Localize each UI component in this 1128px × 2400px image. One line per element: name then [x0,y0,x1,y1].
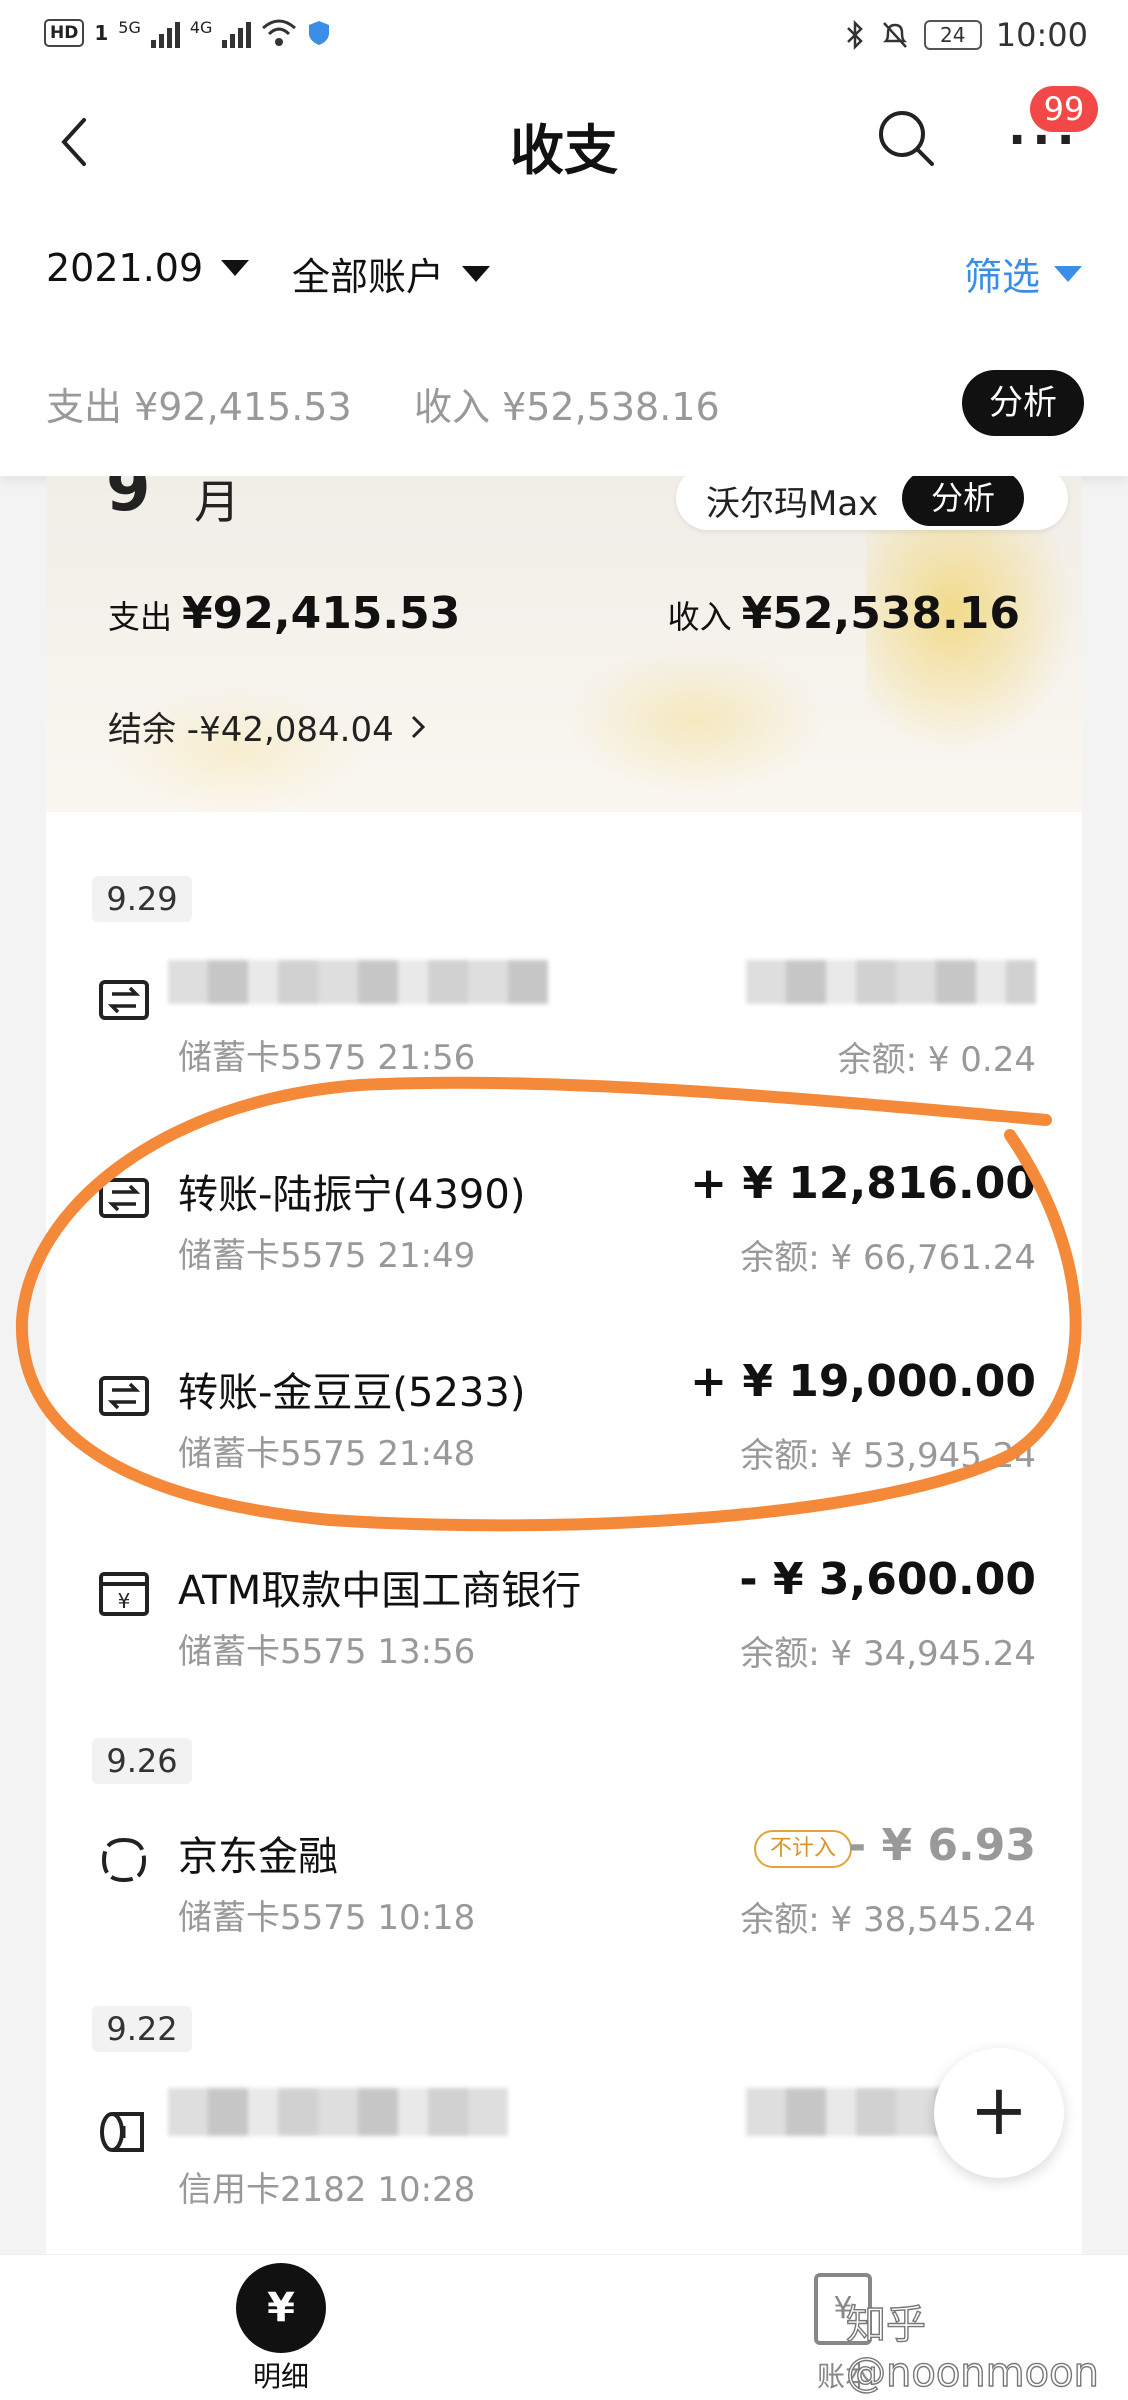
notification-badge: 99 [1030,86,1098,132]
transaction-row[interactable]: ¥ ATM取款中国工商银行 储蓄卡5575 13:56 - ¥ 3,600.00… [46,1536,1082,1676]
net1-label: 5G [118,18,141,37]
transfer-icon [99,1178,149,1218]
filter-row: 2021.09 全部账户 筛选 [0,206,1128,336]
transaction-balance: 余额: ¥ 53,945.24 [740,1436,1036,1476]
date-tag: 9.22 [92,2006,192,2052]
balance-link[interactable]: 结余 -¥42,084.04 [108,702,426,751]
mute-bell-icon [882,22,907,48]
transaction-title: 转账-陆振宁(4390) [178,1172,526,1218]
store-label: 沃尔玛Max [706,484,879,524]
nav-detail[interactable]: ¥ 明细 [236,2255,326,2400]
status-left: HD 1 5G 4G [44,18,331,48]
transfer-icon [99,1376,149,1416]
transaction-row[interactable]: 储蓄卡5575 21:56 余额: ¥ 0.24 [46,942,1082,1082]
bluetooth-icon [846,19,863,51]
transaction-balance: 余额: ¥ 66,761.24 [740,1238,1036,1278]
summary-bar: 支出 ¥92,415.53 收入 ¥52,538.16 分析 [0,336,1128,476]
hd-indicator: HD [44,19,85,47]
month-number: 9 [106,476,151,526]
battery-icon: 24 [923,20,982,50]
transaction-subtitle: 信用卡2182 10:28 [178,2170,476,2210]
blurred-title [168,2088,508,2136]
date-tag: 9.29 [92,876,192,922]
clock: 10:00 [995,16,1088,54]
transaction-amount: + ¥ 12,816.00 [690,1158,1036,1209]
dropdown-arrow-icon [462,265,491,282]
dropdown-arrow-icon [221,260,250,276]
sim-indicator: 1 [94,21,109,45]
signal-icon-2 [222,18,252,48]
transaction-row[interactable]: 转账-陆振宁(4390) 储蓄卡5575 21:49 + ¥ 12,816.00… [46,1140,1082,1280]
excluded-tag: 不计入 [753,1830,852,1868]
analyze-button[interactable]: 分析 [962,370,1084,436]
blurred-title [168,960,548,1004]
search-icon[interactable] [876,108,936,168]
wifi-icon [262,19,297,46]
filter-label: 筛选 [963,255,1040,299]
nav-detail-label: 明细 [252,2360,309,2393]
transaction-amount: - ¥ 6.93 [847,1820,1036,1871]
summary-income: 收入 ¥52,538.16 [414,385,720,429]
filter-button[interactable]: 筛选 [964,246,1082,301]
shield-icon [309,21,330,45]
transaction-balance: 余额: ¥ 38,545.24 [740,1900,1036,1940]
banner-income: 收入 ¥52,538.16 [668,588,1020,639]
transaction-amount: - ¥ 3,600.00 [739,1554,1036,1605]
transaction-amount: + ¥ 19,000.00 [690,1356,1036,1407]
finance-icon [101,1838,147,1883]
blurred-amount [746,960,1036,1004]
transaction-row[interactable]: 京东金融 储蓄卡5575 10:18 不计入 - ¥ 6.93 余额: ¥ 38… [46,1802,1082,1942]
date-tag: 9.26 [92,1738,192,1784]
month-selector[interactable]: 2021.09 [46,246,250,290]
transfer-icon [99,980,149,1020]
banner-analyze-button[interactable]: 分析 [902,476,1024,526]
transaction-subtitle: 储蓄卡5575 21:49 [178,1236,476,1276]
atm-icon: ¥ [99,1572,149,1616]
roll-icon [100,2112,144,2152]
transaction-subtitle: 储蓄卡5575 10:18 [178,1898,476,1938]
transaction-subtitle: 储蓄卡5575 21:56 [178,1038,476,1078]
flower-decoration [566,646,826,796]
transaction-title: 京东金融 [178,1834,338,1880]
transaction-subtitle: 储蓄卡5575 21:48 [178,1434,476,1474]
month-banner: 9 月 沃尔玛Max 分析 支出 ¥92,415.53 收入 ¥52,538.16 … [46,476,1082,816]
blurred-amount [746,2088,946,2136]
transaction-subtitle: 储蓄卡5575 13:56 [178,1632,476,1672]
banner-expense-label: 支出 [108,598,173,636]
month-unit: 月 [194,476,240,529]
banner-expense-value: ¥92,415.53 [182,588,461,639]
dropdown-arrow-icon [1054,265,1082,282]
account-label: 全部账户 [292,255,445,299]
chevron-right-icon [411,715,425,738]
banner-expense: 支出 ¥92,415.53 [108,588,460,639]
watermark: 知乎@noonmoon [845,2301,1099,2396]
plus-icon: + [969,2069,1029,2151]
receipt-icon: ¥ [236,2263,326,2353]
summary-expense: 支出 ¥92,415.53 [46,385,352,429]
transaction-title: ATM取款中国工商银行 [178,1568,582,1614]
signal-icon [150,18,180,48]
app-header: 收支 ··· 99 [0,76,1128,206]
month-label: 2021.09 [46,246,204,290]
status-bar: HD 1 5G 4G 24 10:00 [0,0,1128,76]
transaction-title: 转账-金豆豆(5233) [178,1370,526,1416]
svg-text:¥: ¥ [118,1589,131,1613]
transaction-row[interactable]: 转账-金豆豆(5233) 储蓄卡5575 21:48 + ¥ 19,000.00… [46,1338,1082,1478]
add-record-button[interactable]: + [934,2048,1064,2178]
transaction-balance: 余额: ¥ 34,945.24 [740,1634,1036,1674]
transaction-balance: 余额: ¥ 0.24 [837,1040,1036,1080]
month-card: 9 月 沃尔玛Max 分析 支出 ¥92,415.53 收入 ¥52,538.16 … [46,476,1082,2256]
store-pill[interactable]: 沃尔玛Max 分析 [676,476,1068,530]
page-title: 收支 [510,119,618,182]
balance-label: 结余 -¥42,084.04 [108,710,394,750]
transaction-row[interactable]: 信用卡2182 10:28 [46,2074,1082,2214]
account-selector[interactable]: 全部账户 [292,246,491,301]
net2-label: 4G [189,18,213,37]
status-right: 24 10:00 [844,16,1088,54]
banner-income-label: 收入 [667,598,732,636]
banner-income-value: ¥52,538.16 [741,588,1020,639]
